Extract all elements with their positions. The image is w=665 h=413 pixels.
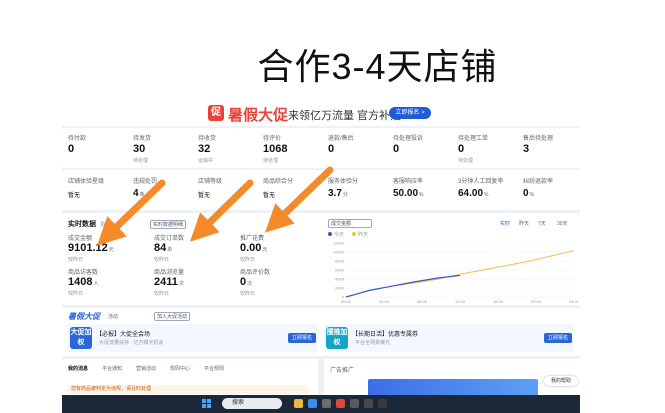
taskbar: 搜索 — [62, 395, 580, 413]
arrow-to-ad-spend — [264, 166, 334, 233]
taskbar-search-input[interactable]: 搜索 — [222, 398, 282, 409]
browser-icon[interactable] — [308, 399, 317, 408]
arrow-to-revenue — [96, 179, 166, 246]
annotation-arrows — [96, 166, 334, 246]
app-dark2-icon[interactable] — [378, 399, 387, 408]
app-gray-icon[interactable] — [350, 399, 359, 408]
app-icon[interactable] — [322, 399, 331, 408]
file-explorer-icon[interactable] — [294, 399, 303, 408]
app-red-icon[interactable] — [336, 399, 345, 408]
app-dark-icon[interactable] — [364, 399, 373, 408]
arrow-to-orders — [190, 179, 254, 242]
windows-start-icon[interactable] — [202, 399, 212, 409]
